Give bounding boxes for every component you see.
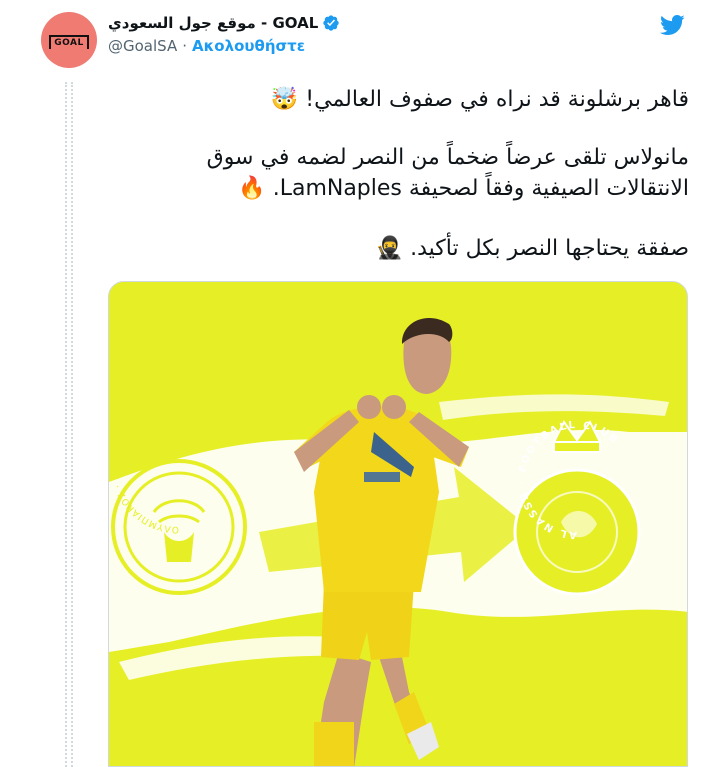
- tweet-header: موقع جول السعودي - GOAL @GoalSA · Ακολου…: [108, 12, 340, 55]
- tweet-text-3: صفقة يحتاجها النصر بكل تأكيد.: [410, 236, 689, 261]
- follow-button[interactable]: Ακολουθήστε: [192, 37, 305, 55]
- tweet-text-line-1: قاهر برشلونة قد نراه في صفوف العالمي! 🤯: [271, 84, 689, 115]
- tweet-media-image[interactable]: ΟΛΥΜΠΙΑΚΟΣ · ΣΥΝΔΕΣΜΟΣ ΦΙΛΑΘΛΩΝ ΠΕΙΡΑΙΩΣ…: [108, 281, 688, 767]
- tweet-text-1: قاهر برشلونة قد نراه في صفوف العالمي!: [305, 87, 689, 112]
- goal-logo: GOAL: [49, 35, 89, 49]
- display-name[interactable]: موقع جول السعودي - GOAL: [108, 14, 318, 32]
- tweet-text-line-3: صفقة يحتاجها النصر بكل تأكيد. 🥷: [376, 233, 689, 264]
- thread-connector-2: [71, 82, 73, 767]
- exploding-head-emoji: 🤯: [270, 87, 299, 112]
- twitter-bird-icon[interactable]: [657, 12, 687, 38]
- verified-badge-icon: [323, 15, 339, 31]
- user-handle[interactable]: @GoalSA: [108, 37, 177, 55]
- separator-dot: ·: [182, 37, 188, 55]
- tweet-text-2b: الانتقالات الصيفية وفقاً لصحيفة LamNaple…: [272, 176, 689, 201]
- tweet-text-line-2: مانولاس تلقى عرضاً ضخماً من النصر لضمه ف…: [207, 142, 689, 204]
- thread-connector: [65, 82, 67, 767]
- avatar[interactable]: GOAL: [41, 12, 97, 68]
- fire-emoji: 🔥: [238, 176, 266, 201]
- ninja-emoji: 🥷: [375, 236, 404, 261]
- media-illustration: ΟΛΥΜΠΙΑΚΟΣ · ΣΥΝΔΕΣΜΟΣ ΦΙΛΑΘΛΩΝ ΠΕΙΡΑΙΩΣ…: [109, 282, 687, 766]
- tweet-text-2a: مانولاس تلقى عرضاً ضخماً من النصر لضمه ف…: [206, 145, 689, 170]
